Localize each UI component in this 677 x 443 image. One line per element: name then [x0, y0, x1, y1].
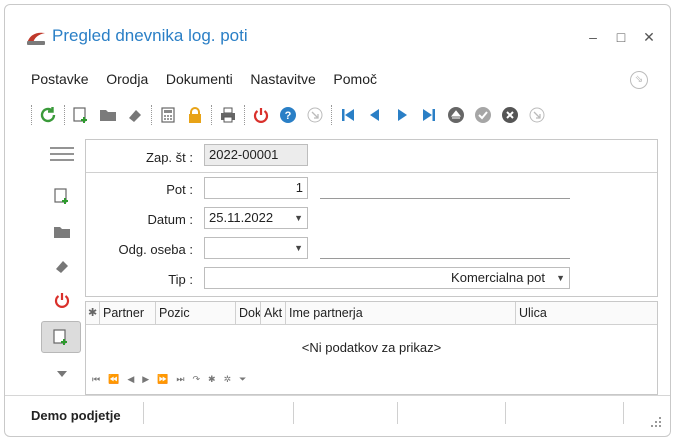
lock-icon[interactable] [184, 104, 206, 126]
chevron-down-icon[interactable] [47, 359, 77, 389]
nav-next-page-icon[interactable]: ⏩ [157, 374, 168, 385]
cancel-icon[interactable] [499, 104, 521, 126]
title-bar: Pregled dnevnika log. poti – □ ✕ [5, 5, 670, 63]
calculator-icon[interactable] [157, 104, 179, 126]
column-header-dok[interactable]: Dok [236, 302, 261, 324]
tip-dropdown[interactable]: Komercialna pot ▼ [204, 267, 570, 289]
info-arrow-icon[interactable] [526, 104, 548, 126]
menu-options-icon[interactable]: ⇘ [630, 71, 648, 89]
eraser-icon[interactable] [124, 104, 146, 126]
open-folder-icon[interactable] [97, 104, 119, 126]
add-document-icon [53, 329, 67, 345]
status-separator [293, 402, 294, 424]
nav-last-icon[interactable]: ⏭ [176, 374, 184, 385]
column-header-ime-partnerja[interactable]: Ime partnerja [286, 302, 516, 324]
add-record-button[interactable] [41, 321, 81, 353]
nav-first-icon[interactable]: ⏮ [92, 374, 100, 385]
window-title: Pregled dnevnika log. poti [52, 26, 248, 45]
oseba-dropdown[interactable]: ▼ [204, 237, 308, 259]
oseba-description-line [320, 258, 570, 259]
nav-prev-page-icon[interactable]: ⏪ [108, 374, 119, 385]
company-name: Demo podjetje [31, 408, 121, 423]
power-icon[interactable] [250, 104, 272, 126]
chevron-down-icon: ▼ [294, 213, 303, 223]
nav-filter-icon[interactable]: ⏷ [239, 374, 246, 385]
toolbar-grip [31, 105, 33, 125]
tip-value: Komercialna pot [451, 270, 545, 285]
print-icon[interactable] [217, 104, 239, 126]
power-icon[interactable] [47, 285, 77, 315]
grid-header: ✱ Partner Pozic Dok Akt Ime partnerja Ul… [86, 302, 657, 325]
chevron-down-icon: ▼ [294, 243, 303, 253]
new-row-icon[interactable]: ✱ [86, 302, 100, 324]
grid-navigator: ⏮ ⏪ ◀ ▶ ⏩ ⏭ ↷ ✱ ✲ ⏷ [92, 374, 246, 385]
close-button[interactable]: ✕ [637, 25, 661, 49]
toolbar-separator [211, 105, 213, 125]
menu-nastavitve[interactable]: Nastavitve [250, 71, 315, 87]
empty-grid-message: <Ni podatkov za prikaz> [301, 340, 442, 355]
nav-append-icon[interactable]: ✱ [208, 374, 216, 385]
record-form: Zap. št : 2022-00001 Pot : 1 Datum : 25.… [85, 139, 658, 297]
column-header-partner[interactable]: Partner [100, 302, 156, 324]
form-divider [86, 172, 657, 173]
oseba-label: Odg. oseba : [118, 242, 193, 257]
menu-orodja[interactable]: Orodja [106, 71, 148, 87]
nav-next-icon[interactable]: ▶ [142, 374, 149, 385]
toolbar-separator [331, 105, 333, 125]
column-header-akt[interactable]: Akt [261, 302, 286, 324]
toolbar-separator [151, 105, 153, 125]
minimize-button[interactable]: – [581, 25, 605, 49]
menu-postavke[interactable]: Postavke [31, 71, 89, 87]
nav-insert-icon[interactable]: ✲ [224, 374, 232, 385]
status-separator [623, 402, 624, 424]
status-bar: Demo podjetje [5, 395, 670, 436]
status-separator [143, 402, 144, 424]
first-record-icon[interactable] [337, 104, 359, 126]
refresh-icon[interactable] [37, 104, 59, 126]
status-separator [505, 402, 506, 424]
info-arrow-icon[interactable] [304, 104, 326, 126]
zap-field: 2022-00001 [204, 144, 308, 166]
toolbar: ? [31, 103, 553, 127]
svg-text:?: ? [285, 110, 292, 122]
nav-prev-icon[interactable]: ◀ [127, 374, 134, 385]
main-window: Pregled dnevnika log. poti – □ ✕ Postavk… [4, 4, 671, 437]
confirm-icon[interactable] [472, 104, 494, 126]
menu-pomoc[interactable]: Pomoč [333, 71, 377, 87]
nav-refresh-icon[interactable]: ↷ [193, 374, 201, 385]
maximize-button[interactable]: □ [609, 25, 633, 49]
previous-record-icon[interactable] [364, 104, 386, 126]
toolbar-separator [64, 105, 66, 125]
chevron-down-icon: ▼ [556, 273, 565, 283]
app-logo-icon [27, 32, 45, 45]
status-separator [397, 402, 398, 424]
last-record-icon[interactable] [418, 104, 440, 126]
help-icon[interactable]: ? [277, 104, 299, 126]
eject-icon[interactable] [445, 104, 467, 126]
toolbar-separator [244, 105, 246, 125]
data-grid: ✱ Partner Pozic Dok Akt Ime partnerja Ul… [85, 301, 658, 395]
menu-bar: Postavke Orodja Dokumenti Nastavitve Pom… [31, 71, 391, 93]
pot-label: Pot : [166, 182, 193, 197]
zap-label: Zap. št : [146, 150, 193, 165]
new-document-icon[interactable] [70, 104, 92, 126]
pot-description-line [320, 198, 570, 199]
tip-label: Tip : [168, 272, 193, 287]
datum-label: Datum : [147, 212, 193, 227]
next-record-icon[interactable] [391, 104, 413, 126]
datum-dropdown[interactable]: 25.11.2022 ▼ [204, 207, 308, 229]
pot-field[interactable]: 1 [204, 177, 308, 199]
datum-value: 25.11.2022 [209, 210, 274, 225]
column-header-ulica[interactable]: Ulica [516, 302, 657, 324]
menu-dokumenti[interactable]: Dokumenti [166, 71, 233, 87]
resize-grip-icon[interactable] [650, 416, 662, 428]
column-header-pozic[interactable]: Pozic [156, 302, 236, 324]
